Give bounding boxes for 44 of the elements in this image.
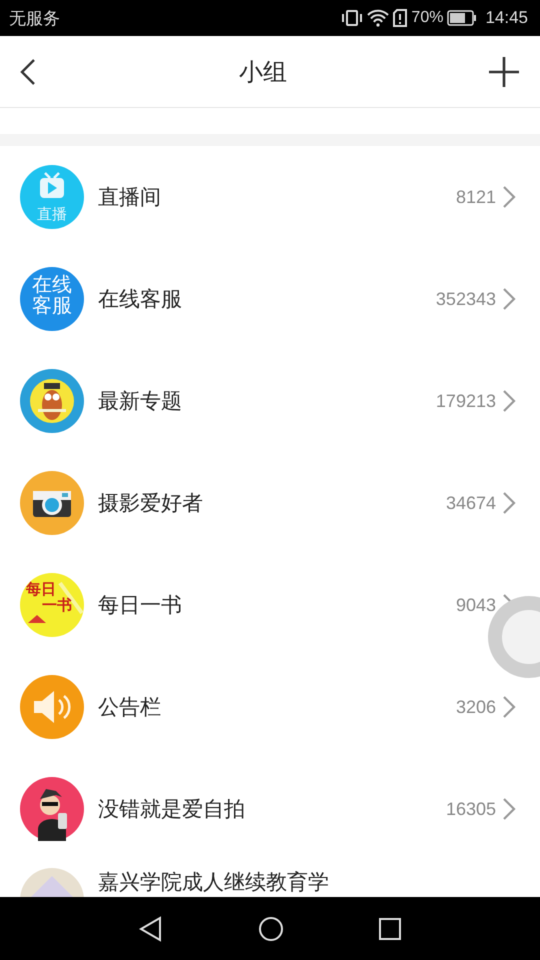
- cartoon-person-icon: [20, 777, 84, 841]
- speaker-icon: [20, 675, 84, 739]
- group-name: 最新专题: [98, 388, 183, 415]
- group-name: 嘉兴学院成人继续教育学: [98, 869, 330, 896]
- group-name: 每日一书: [98, 592, 183, 619]
- member-count: 8121: [456, 186, 496, 208]
- group-name: 摄影爱好者: [98, 490, 204, 517]
- back-icon[interactable]: [18, 56, 38, 86]
- member-count: 34674: [446, 492, 496, 514]
- owl-icon: [20, 369, 84, 433]
- group-name: 公告栏: [98, 694, 162, 721]
- battery-percent: 70%: [411, 9, 444, 27]
- member-count: 3206: [456, 696, 496, 718]
- chevron-right-icon: [502, 287, 516, 311]
- member-count: 16305: [446, 798, 496, 820]
- icon-label: 每日 一书: [26, 582, 72, 614]
- member-count: 9043: [456, 594, 496, 616]
- chevron-right-icon: [502, 185, 516, 209]
- camera-icon: [20, 471, 84, 535]
- chevron-right-icon: [502, 695, 516, 719]
- battery-icon: [447, 10, 478, 26]
- vibrate-icon: [341, 9, 364, 27]
- page-title: 小组: [239, 56, 287, 88]
- group-name: 在线客服: [98, 286, 183, 313]
- icon-label: 直播: [37, 207, 67, 223]
- add-icon[interactable]: [488, 56, 520, 88]
- member-count: 179213: [436, 390, 496, 412]
- tv-icon: [20, 165, 84, 229]
- wifi-icon: [367, 9, 390, 27]
- carrier-text: 无服务: [9, 8, 60, 30]
- book-badge-icon: [20, 573, 84, 637]
- recent-apps-icon[interactable]: [378, 916, 402, 940]
- chevron-right-icon: [502, 797, 516, 821]
- member-count: 352343: [436, 288, 496, 310]
- clock-time: 14:45: [485, 8, 528, 28]
- group-name: 没错就是爱自拍: [98, 796, 246, 823]
- back-triangle-icon[interactable]: [138, 916, 164, 942]
- chevron-right-icon: [502, 389, 516, 413]
- group-name: 直播间: [98, 184, 162, 211]
- icon-label: 在线 客服: [32, 274, 72, 316]
- text-badge-icon: [20, 267, 84, 331]
- chevron-right-icon: [502, 491, 516, 515]
- sim-alert-icon: [393, 9, 408, 27]
- home-circle-icon[interactable]: [258, 916, 284, 942]
